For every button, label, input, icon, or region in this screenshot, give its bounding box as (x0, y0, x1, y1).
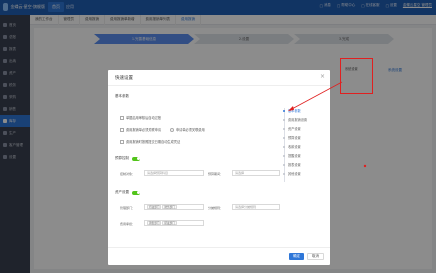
annotation-dot (363, 164, 367, 168)
annotation-arrows (288, 81, 367, 168)
annotation-arrow-head (288, 106, 294, 111)
annotation-arrow-line (289, 81, 343, 111)
